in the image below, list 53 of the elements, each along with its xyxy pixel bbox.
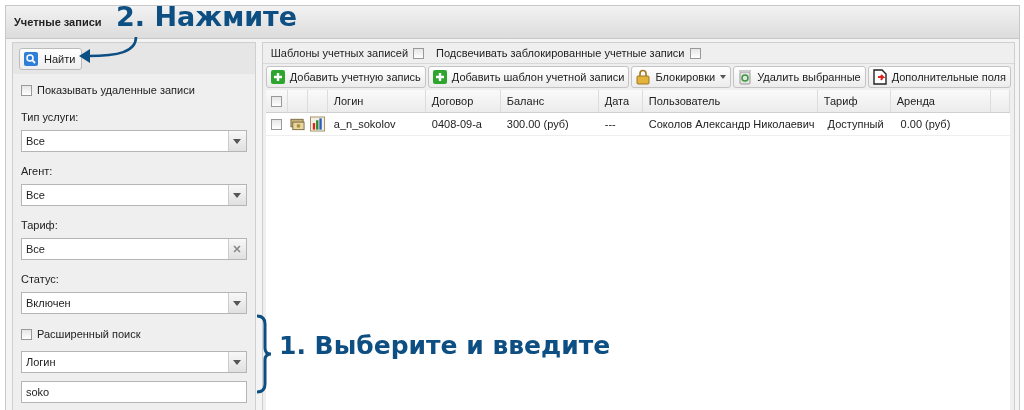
checkbox-label: Показывать удаленные записи (37, 84, 195, 96)
checkbox[interactable] (413, 47, 425, 59)
clear-icon[interactable] (227, 239, 246, 259)
search-input[interactable]: soko (21, 381, 247, 403)
field-label: Тариф: (21, 218, 59, 233)
dropdown-field[interactable]: Все (21, 184, 247, 206)
table-cell-text: 300.00 (руб) (505, 117, 570, 132)
column-header[interactable]: Баланс (500, 90, 599, 112)
row-checkbox[interactable] (270, 118, 282, 130)
money-icon (289, 116, 305, 132)
table-cell-text: --- (603, 117, 617, 132)
checkbox-label: Подсвечивать заблокированные учетные записи (436, 47, 685, 59)
column-header[interactable]: Договор (425, 90, 501, 112)
combo-field[interactable]: Все (21, 238, 247, 260)
dropdown-field[interactable]: Все (21, 130, 247, 152)
checkbox-label: Шаблоны учетных записей (270, 47, 409, 59)
table-cell-text: 0408-09-a (430, 117, 483, 132)
dropdown-field[interactable]: Логин (21, 351, 247, 373)
field-label: Агент: (21, 164, 54, 179)
checkbox[interactable] (21, 328, 32, 340)
checkbox[interactable] (21, 84, 32, 96)
checkbox[interactable] (689, 47, 701, 59)
bar-chart-icon (309, 116, 325, 132)
column-header[interactable]: Логин (327, 90, 426, 112)
annotation-text: 1. Выберите и введите (279, 331, 611, 360)
toolbar-button[interactable]: Удалить выбранные (733, 66, 866, 88)
window-title: Учетные записи (14, 16, 102, 28)
field-label: Статус: (21, 272, 60, 287)
annotation-text: 2. Нажмите (116, 1, 298, 32)
table-cell-text: 0.00 (руб) (899, 117, 952, 132)
search-icon (24, 52, 38, 66)
document-icon (872, 69, 887, 85)
column-header[interactable]: Дата (598, 90, 643, 112)
toolbar-button[interactable]: Добавить шаблон учетной записи (427, 66, 630, 88)
column-header[interactable]: Аренда (890, 90, 991, 112)
add-icon (270, 70, 285, 84)
recycle-bin-icon (738, 69, 753, 85)
table-cell-text: Соколов Александр Николаевич (647, 117, 816, 132)
toolbar-button[interactable]: Добавить учетную запись (265, 66, 426, 88)
find-button[interactable]: Найти (19, 48, 83, 70)
column-header[interactable]: Тариф (817, 90, 891, 112)
caret-icon[interactable] (720, 75, 727, 79)
toolbar-button[interactable]: Блокировки (631, 66, 732, 88)
lock-icon (636, 69, 651, 85)
dropdown-field[interactable]: Включен (21, 292, 247, 314)
table-cell-text: Доступный (826, 117, 885, 132)
select-all-checkbox[interactable] (270, 95, 282, 107)
column-header[interactable]: Пользователь (642, 90, 818, 112)
table-cell-text: a_n_sokolov (332, 117, 397, 132)
add-icon (432, 70, 447, 84)
field-label: Тип услуги: (21, 110, 80, 125)
checkbox-label: Расширенный поиск (37, 328, 141, 340)
toolbar-button[interactable]: Дополнительные поля (867, 66, 1011, 88)
